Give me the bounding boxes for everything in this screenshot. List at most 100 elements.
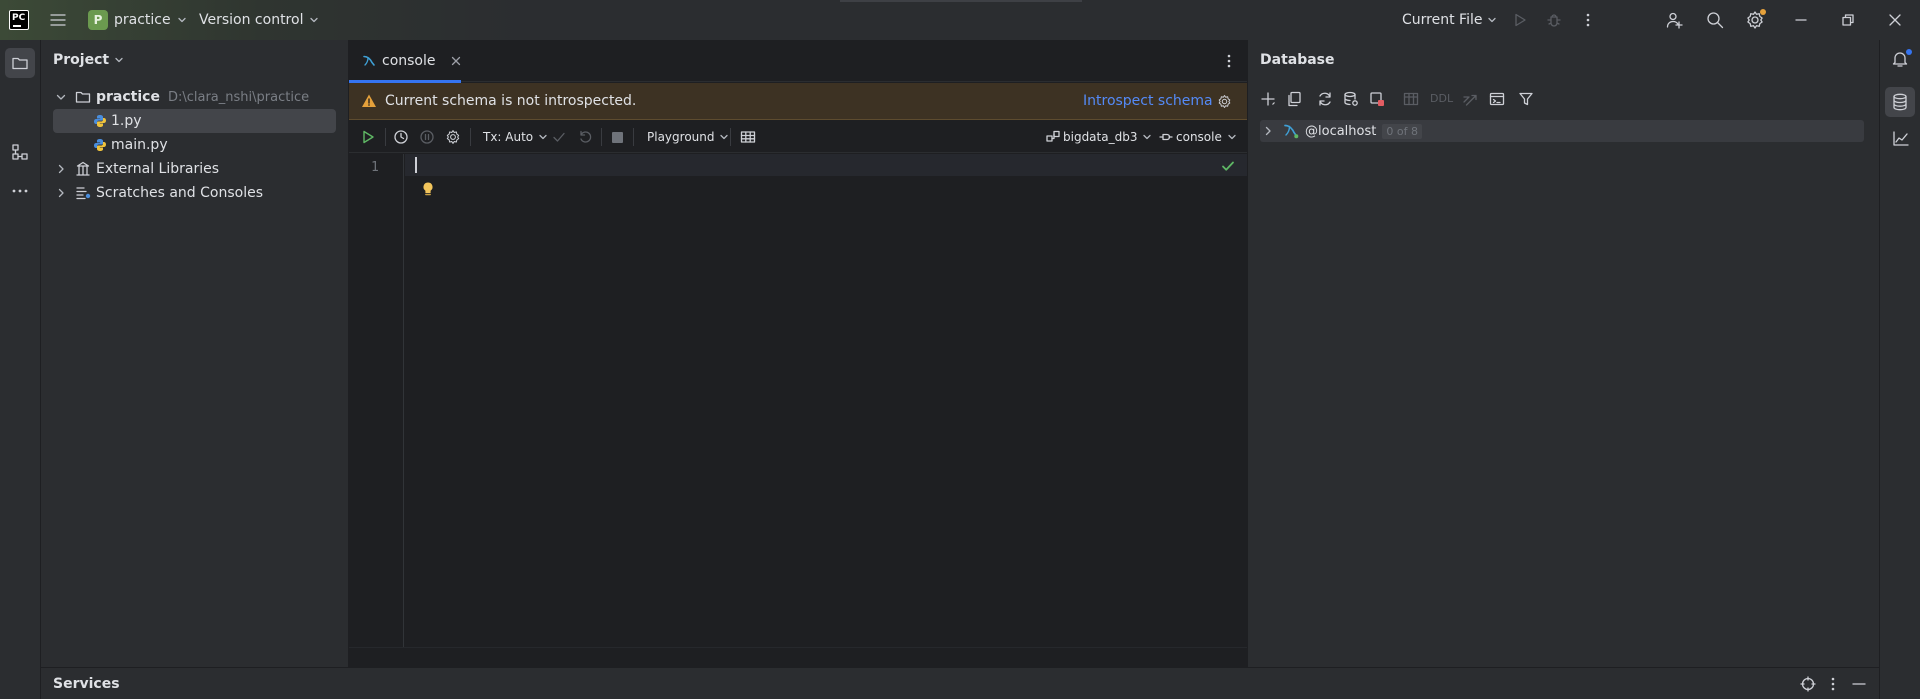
vcs-widget[interactable]: Version control bbox=[199, 9, 319, 31]
run-icon[interactable] bbox=[1512, 12, 1528, 28]
add-icon[interactable] bbox=[1260, 91, 1276, 107]
project-root-name: practice bbox=[96, 89, 160, 105]
datasource-label: bigdata_db3 bbox=[1063, 130, 1138, 144]
code-with-me-icon[interactable] bbox=[1666, 11, 1684, 29]
project-panel: Project practice D:\clara_nshi\practice … bbox=[41, 40, 349, 667]
database-tool-button[interactable] bbox=[1885, 87, 1915, 117]
services-title[interactable]: Services bbox=[53, 676, 120, 692]
plug-icon bbox=[1159, 133, 1173, 141]
rollback-icon[interactable] bbox=[577, 129, 593, 145]
structure-icon[interactable] bbox=[11, 143, 29, 161]
datasource-dropdown[interactable]: bigdata_db3 bbox=[1046, 128, 1152, 146]
postgresql-icon bbox=[1284, 124, 1299, 139]
stop-icon[interactable] bbox=[612, 132, 623, 143]
tree-item-file-mainpy[interactable]: main.py bbox=[53, 133, 336, 157]
run-config-label: Current File bbox=[1402, 12, 1483, 28]
right-tool-strip bbox=[1879, 40, 1920, 699]
gear-icon[interactable] bbox=[445, 129, 461, 145]
execute-icon[interactable] bbox=[360, 129, 376, 145]
chevron-down-icon bbox=[310, 17, 319, 23]
chevron-down-icon bbox=[1488, 17, 1497, 23]
cancel-icon[interactable] bbox=[419, 129, 435, 145]
refresh-icon[interactable] bbox=[1317, 91, 1333, 107]
debug-icon[interactable] bbox=[1546, 12, 1562, 28]
tree-item-project-root[interactable]: practice D:\clara_nshi\practice bbox=[53, 85, 341, 109]
folder-icon bbox=[75, 91, 91, 103]
sciview-icon[interactable] bbox=[1892, 130, 1910, 148]
file-name: 1.py bbox=[111, 113, 142, 129]
project-panel-header[interactable]: Project bbox=[53, 50, 124, 70]
introspect-schema-link[interactable]: Introspect schema bbox=[1083, 93, 1213, 109]
project-tool-button[interactable] bbox=[5, 48, 35, 78]
notifications-button[interactable] bbox=[1891, 49, 1912, 70]
editor-area: console Current schema is not introspect… bbox=[349, 40, 1247, 667]
commit-icon[interactable] bbox=[551, 129, 567, 145]
python-file-icon bbox=[94, 115, 106, 127]
chevron-down-icon bbox=[177, 17, 186, 23]
update-badge bbox=[1760, 9, 1766, 15]
chevron-down-icon bbox=[1228, 134, 1236, 140]
ddl-button[interactable]: DDL bbox=[1430, 92, 1453, 105]
project-name: practice bbox=[114, 12, 171, 28]
project-widget[interactable]: P practice bbox=[88, 9, 187, 31]
chevron-right-icon[interactable] bbox=[55, 187, 67, 199]
editor-hscrollbar-track[interactable] bbox=[349, 647, 1247, 667]
database-properties-icon[interactable] bbox=[1343, 91, 1359, 107]
datasource-tree-item[interactable]: @localhost 0 of 8 bbox=[1260, 120, 1864, 142]
services-panel: Services bbox=[41, 667, 1879, 699]
chevron-down-icon bbox=[115, 57, 123, 63]
disconnect-icon[interactable] bbox=[1369, 91, 1385, 107]
left-tool-strip bbox=[0, 40, 41, 699]
main-menu-icon[interactable] bbox=[50, 12, 66, 28]
settings-button[interactable] bbox=[1745, 9, 1766, 30]
tree-item-file-1py[interactable]: 1.py bbox=[53, 109, 336, 133]
more-icon[interactable] bbox=[1825, 676, 1841, 692]
more-tools-icon[interactable] bbox=[11, 182, 29, 200]
crosshair-icon[interactable] bbox=[1800, 676, 1816, 692]
playground-dropdown[interactable]: Playground bbox=[647, 128, 729, 146]
warning-text: Current schema is not introspected. bbox=[385, 93, 637, 109]
close-window-icon[interactable] bbox=[1889, 14, 1901, 26]
title-bar: PC P practice Version control Current Fi… bbox=[0, 0, 1920, 40]
chevron-down-icon bbox=[539, 134, 547, 140]
chevron-down-icon bbox=[720, 134, 729, 140]
minimize-icon[interactable] bbox=[1795, 14, 1807, 26]
project-panel-title: Project bbox=[53, 52, 110, 68]
copy-icon[interactable] bbox=[1286, 91, 1302, 107]
search-icon[interactable] bbox=[1706, 11, 1724, 29]
restore-icon[interactable] bbox=[1842, 14, 1854, 26]
transaction-mode-dropdown[interactable]: Tx: Auto bbox=[483, 128, 548, 146]
editor-tab-label: console bbox=[382, 53, 436, 69]
library-icon bbox=[76, 161, 90, 176]
session-dropdown[interactable]: console bbox=[1159, 128, 1237, 146]
chevron-right-icon[interactable] bbox=[55, 163, 67, 175]
lightbulb-icon[interactable] bbox=[421, 181, 435, 197]
tree-item-external-libraries[interactable]: External Libraries bbox=[53, 157, 341, 181]
playground-label: Playground bbox=[647, 130, 715, 144]
session-label: console bbox=[1176, 130, 1222, 144]
editor-tab-console[interactable]: console bbox=[349, 40, 461, 83]
jump-to-source-icon[interactable] bbox=[1462, 91, 1478, 107]
hide-panel-icon[interactable] bbox=[1851, 676, 1867, 692]
database-icon bbox=[1893, 93, 1907, 111]
filter-icon[interactable] bbox=[1518, 91, 1534, 107]
window-drag-handle[interactable] bbox=[840, 0, 1082, 2]
chevron-down-icon[interactable] bbox=[55, 91, 67, 103]
more-icon[interactable] bbox=[1221, 53, 1237, 69]
console-icon[interactable] bbox=[1489, 91, 1505, 107]
code-input[interactable] bbox=[405, 154, 1247, 647]
tree-item-scratches[interactable]: Scratches and Consoles bbox=[53, 181, 341, 205]
chevron-right-icon[interactable] bbox=[1262, 125, 1274, 137]
table-editor-icon[interactable] bbox=[1403, 91, 1419, 107]
close-icon[interactable] bbox=[451, 56, 461, 66]
run-config-widget[interactable]: Current File bbox=[1402, 9, 1497, 31]
more-icon[interactable] bbox=[1580, 12, 1596, 28]
database-panel-title: Database bbox=[1260, 52, 1335, 68]
tx-label: Tx: Auto bbox=[483, 130, 534, 144]
history-icon[interactable] bbox=[393, 129, 409, 145]
gear-icon[interactable] bbox=[1217, 94, 1232, 109]
editor-tab-bar: console bbox=[349, 40, 1247, 83]
app-logo-text: PC bbox=[12, 13, 26, 23]
app-logo[interactable]: PC bbox=[9, 10, 29, 30]
table-icon[interactable] bbox=[740, 129, 756, 145]
